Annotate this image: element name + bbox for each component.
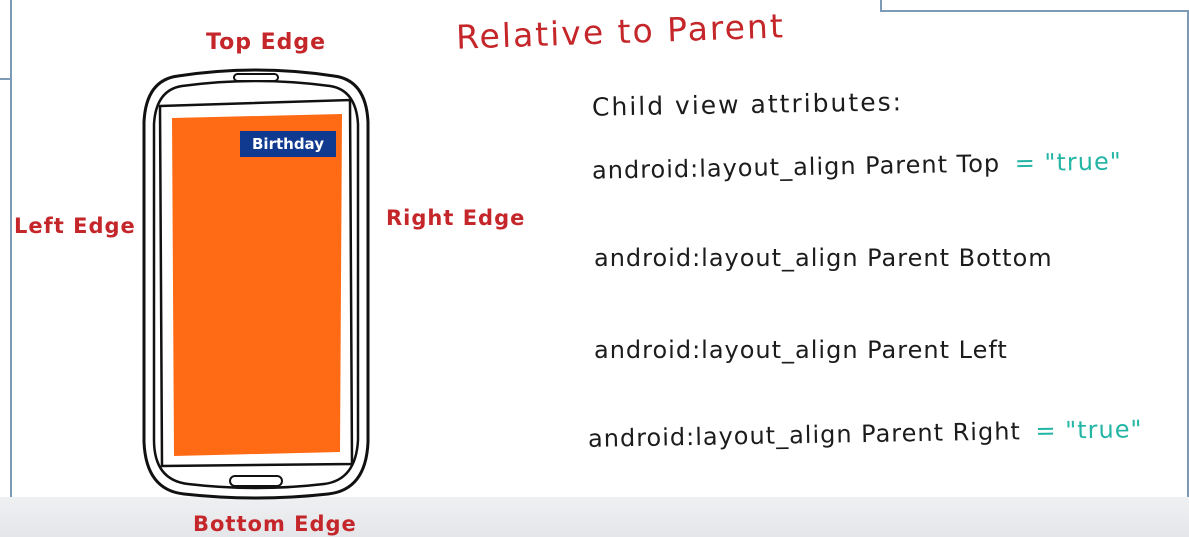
attribute-name: android:layout_align Parent Right [587, 417, 1022, 453]
attribute-value: = "true" [1014, 147, 1123, 178]
attribute-align-parent-bottom: android:layout_align Parent Bottom [594, 244, 1053, 272]
top-edge-label: Top Edge [206, 30, 327, 55]
frame-left-line [10, 0, 12, 537]
attribute-align-parent-left: android:layout_align Parent Left [594, 336, 1008, 364]
attribute-align-parent-top: android:layout_align Parent Top = "true" [592, 147, 1122, 184]
right-edge-label: Right Edge [386, 206, 526, 230]
frame-top-line [880, 10, 1189, 12]
child-view-birthday: Birthday [240, 131, 336, 157]
whiteboard-canvas: Relative to Parent Top Edge Left Edge Ri… [0, 0, 1189, 537]
phone-home-button [229, 475, 283, 487]
attributes-heading: Child view attributes: [591, 87, 904, 122]
attribute-name: android:layout_align Parent Left [594, 336, 1008, 364]
frame-corner-line [0, 78, 12, 80]
phone-screen [172, 114, 342, 456]
attribute-align-parent-right: android:layout_align Parent Right = "tru… [588, 415, 1143, 453]
phone-drawing [142, 68, 370, 500]
bottom-band [0, 497, 1189, 537]
attribute-value: = "true" [1035, 415, 1143, 446]
left-edge-label: Left Edge [14, 214, 136, 238]
diagram-title: Relative to Parent [455, 6, 786, 57]
attribute-name: android:layout_align Parent Bottom [594, 244, 1053, 272]
attribute-name: android:layout_align Parent Top [591, 149, 1001, 185]
bottom-edge-label: Bottom Edge [193, 512, 357, 536]
phone-earpiece [233, 73, 279, 82]
